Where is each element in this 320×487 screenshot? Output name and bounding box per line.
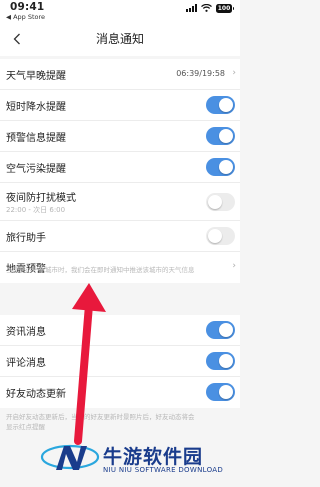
annotation-arrow — [72, 283, 106, 445]
watermark-subtitle: NIU NIU SOFTWARE DOWNLOAD — [103, 466, 224, 474]
watermark-title: 牛游软件园 — [103, 446, 204, 468]
watermark-logo-icon — [40, 444, 100, 470]
